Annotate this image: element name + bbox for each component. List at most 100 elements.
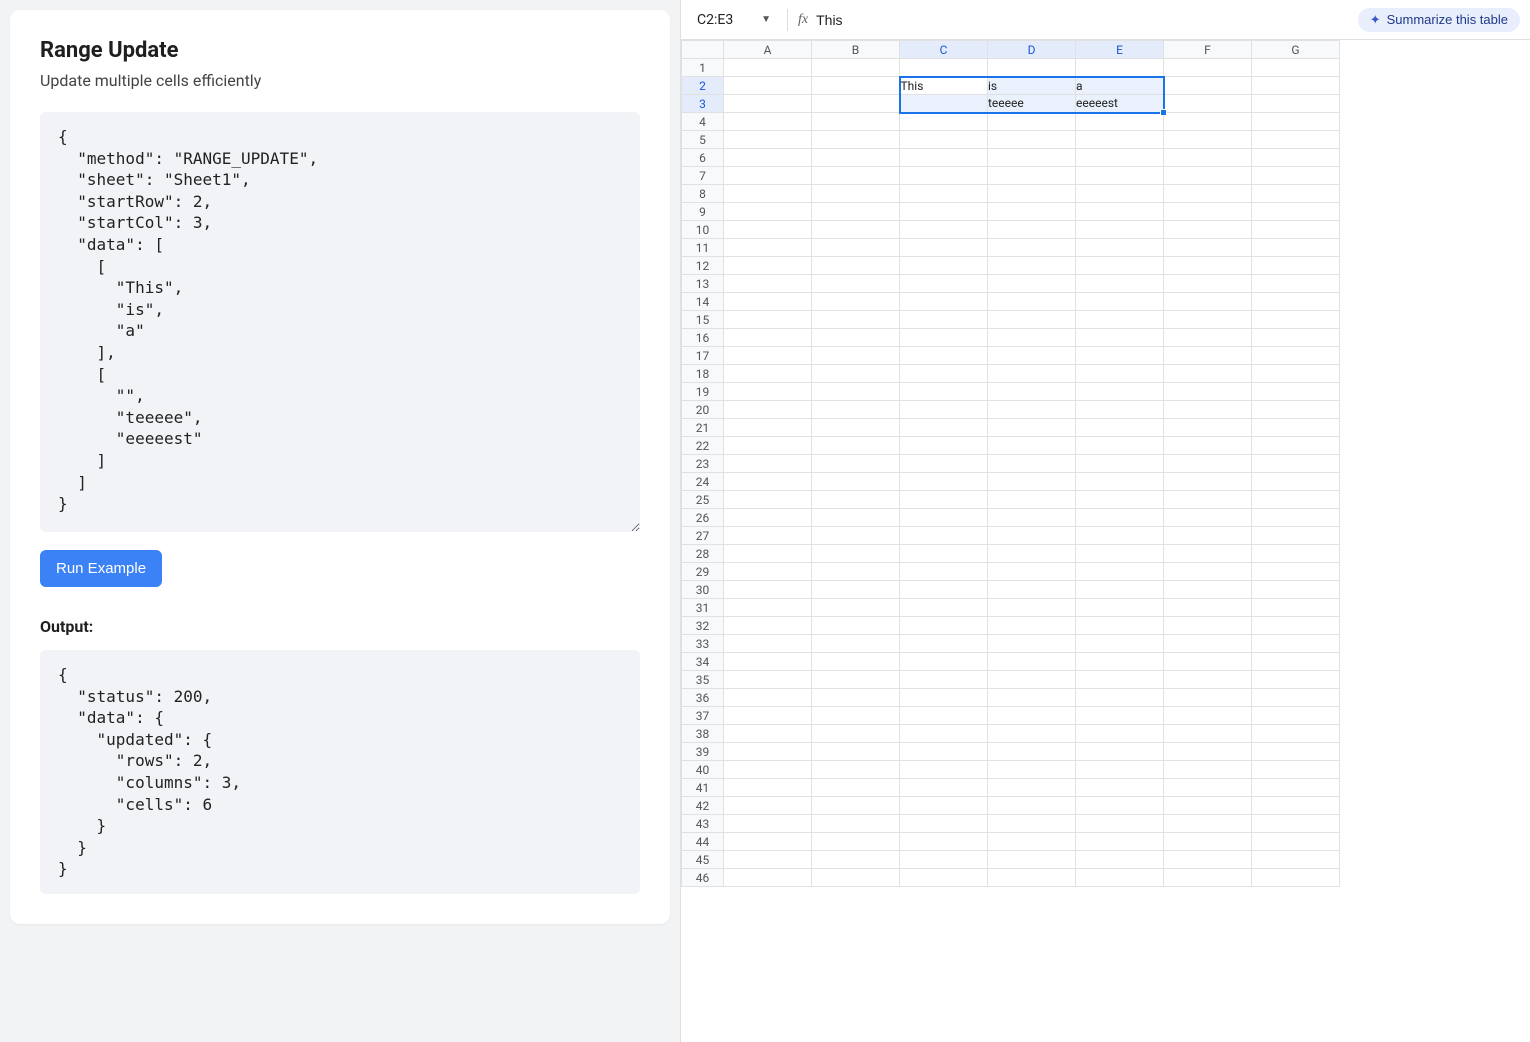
row-header-6[interactable]: 6 <box>682 149 724 167</box>
cell-G19[interactable] <box>1252 383 1340 401</box>
cell-A31[interactable] <box>724 599 812 617</box>
cell-G25[interactable] <box>1252 491 1340 509</box>
cell-G22[interactable] <box>1252 437 1340 455</box>
cell-A6[interactable] <box>724 149 812 167</box>
row-header-21[interactable]: 21 <box>682 419 724 437</box>
cell-C15[interactable] <box>900 311 988 329</box>
cell-G7[interactable] <box>1252 167 1340 185</box>
cell-E22[interactable] <box>1076 437 1164 455</box>
cell-C22[interactable] <box>900 437 988 455</box>
cell-A29[interactable] <box>724 563 812 581</box>
cell-E11[interactable] <box>1076 239 1164 257</box>
selection-handle[interactable] <box>1160 109 1167 116</box>
cell-G13[interactable] <box>1252 275 1340 293</box>
cell-B46[interactable] <box>812 869 900 887</box>
cell-F6[interactable] <box>1164 149 1252 167</box>
cell-B27[interactable] <box>812 527 900 545</box>
row-header-18[interactable]: 18 <box>682 365 724 383</box>
cell-A20[interactable] <box>724 401 812 419</box>
cell-C4[interactable] <box>900 113 988 131</box>
cell-G3[interactable] <box>1252 95 1340 113</box>
cell-F8[interactable] <box>1164 185 1252 203</box>
cell-D9[interactable] <box>988 203 1076 221</box>
cell-D42[interactable] <box>988 797 1076 815</box>
cell-E23[interactable] <box>1076 455 1164 473</box>
cell-C44[interactable] <box>900 833 988 851</box>
cell-B34[interactable] <box>812 653 900 671</box>
cell-A26[interactable] <box>724 509 812 527</box>
cell-B10[interactable] <box>812 221 900 239</box>
cell-A4[interactable] <box>724 113 812 131</box>
cell-E28[interactable] <box>1076 545 1164 563</box>
row-header-20[interactable]: 20 <box>682 401 724 419</box>
cell-B4[interactable] <box>812 113 900 131</box>
row-header-24[interactable]: 24 <box>682 473 724 491</box>
cell-C2[interactable]: This <box>900 77 988 95</box>
cell-F31[interactable] <box>1164 599 1252 617</box>
cell-A33[interactable] <box>724 635 812 653</box>
cell-A2[interactable] <box>724 77 812 95</box>
cell-E40[interactable] <box>1076 761 1164 779</box>
formula-input[interactable] <box>816 6 1354 34</box>
cell-D43[interactable] <box>988 815 1076 833</box>
cell-D15[interactable] <box>988 311 1076 329</box>
cell-F23[interactable] <box>1164 455 1252 473</box>
cell-B15[interactable] <box>812 311 900 329</box>
row-header-33[interactable]: 33 <box>682 635 724 653</box>
row-header-26[interactable]: 26 <box>682 509 724 527</box>
cell-D8[interactable] <box>988 185 1076 203</box>
cell-D33[interactable] <box>988 635 1076 653</box>
cell-D14[interactable] <box>988 293 1076 311</box>
cell-C9[interactable] <box>900 203 988 221</box>
cell-E19[interactable] <box>1076 383 1164 401</box>
cell-D34[interactable] <box>988 653 1076 671</box>
cell-A3[interactable] <box>724 95 812 113</box>
row-header-3[interactable]: 3 <box>682 95 724 113</box>
cell-G12[interactable] <box>1252 257 1340 275</box>
cell-G26[interactable] <box>1252 509 1340 527</box>
cell-E20[interactable] <box>1076 401 1164 419</box>
cell-E41[interactable] <box>1076 779 1164 797</box>
cell-E29[interactable] <box>1076 563 1164 581</box>
cell-F19[interactable] <box>1164 383 1252 401</box>
cell-B14[interactable] <box>812 293 900 311</box>
cell-C31[interactable] <box>900 599 988 617</box>
cell-B20[interactable] <box>812 401 900 419</box>
cell-B35[interactable] <box>812 671 900 689</box>
cell-F22[interactable] <box>1164 437 1252 455</box>
row-header-46[interactable]: 46 <box>682 869 724 887</box>
cell-A9[interactable] <box>724 203 812 221</box>
cell-F24[interactable] <box>1164 473 1252 491</box>
cell-C6[interactable] <box>900 149 988 167</box>
cell-G32[interactable] <box>1252 617 1340 635</box>
cell-E9[interactable] <box>1076 203 1164 221</box>
cell-F41[interactable] <box>1164 779 1252 797</box>
cell-D12[interactable] <box>988 257 1076 275</box>
cell-E37[interactable] <box>1076 707 1164 725</box>
cell-E12[interactable] <box>1076 257 1164 275</box>
cell-D37[interactable] <box>988 707 1076 725</box>
cell-G44[interactable] <box>1252 833 1340 851</box>
cell-D29[interactable] <box>988 563 1076 581</box>
cell-A1[interactable] <box>724 59 812 77</box>
cell-F9[interactable] <box>1164 203 1252 221</box>
cell-E18[interactable] <box>1076 365 1164 383</box>
cell-D44[interactable] <box>988 833 1076 851</box>
cell-D24[interactable] <box>988 473 1076 491</box>
cell-F10[interactable] <box>1164 221 1252 239</box>
cell-G5[interactable] <box>1252 131 1340 149</box>
cell-A35[interactable] <box>724 671 812 689</box>
cell-F12[interactable] <box>1164 257 1252 275</box>
cell-A7[interactable] <box>724 167 812 185</box>
cell-D20[interactable] <box>988 401 1076 419</box>
cell-D1[interactable] <box>988 59 1076 77</box>
cell-F32[interactable] <box>1164 617 1252 635</box>
cell-A44[interactable] <box>724 833 812 851</box>
cell-B11[interactable] <box>812 239 900 257</box>
cell-C1[interactable] <box>900 59 988 77</box>
cell-F21[interactable] <box>1164 419 1252 437</box>
cell-C34[interactable] <box>900 653 988 671</box>
run-example-button[interactable]: Run Example <box>40 550 162 587</box>
cell-D28[interactable] <box>988 545 1076 563</box>
cell-D40[interactable] <box>988 761 1076 779</box>
